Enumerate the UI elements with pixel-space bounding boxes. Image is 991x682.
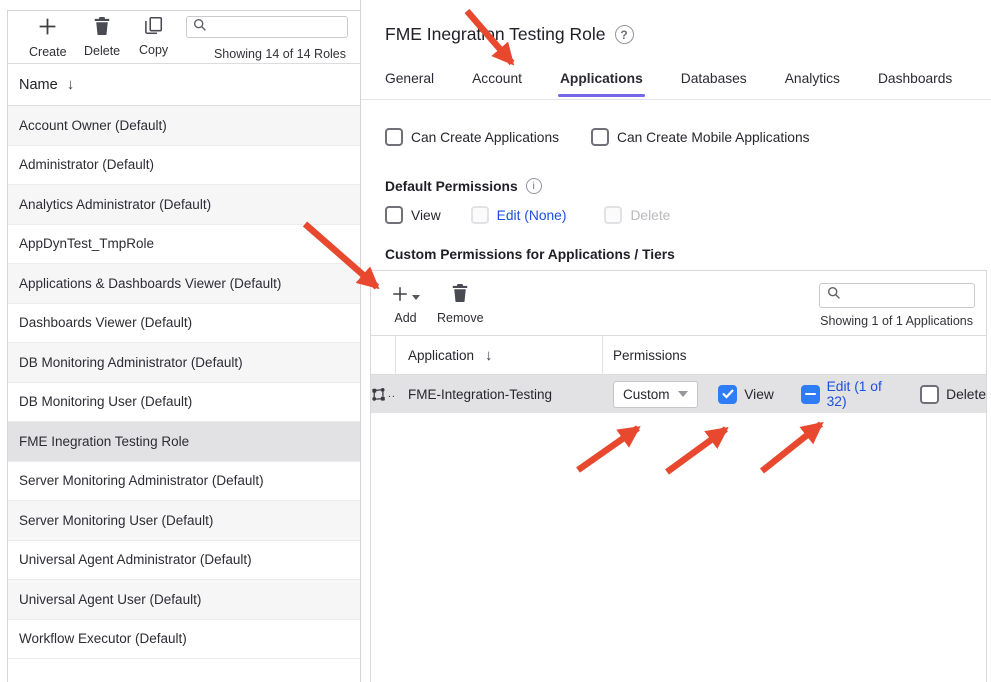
roles-toolbar: Create Delete Copy Showing 14 of 14 Role… — [8, 11, 360, 64]
role-detail-panel: FME Inegration Testing Role ? General Ac… — [361, 0, 991, 682]
search-icon — [827, 286, 841, 305]
default-delete-label: Delete — [630, 208, 670, 223]
chevron-down-icon — [678, 391, 688, 397]
add-application-button[interactable]: Add — [391, 285, 420, 325]
default-edit-option[interactable]: Edit (None) — [471, 206, 567, 224]
create-role-button[interactable]: Create — [29, 16, 67, 59]
permission-mode-value: Custom — [623, 387, 670, 402]
copy-icon — [144, 16, 163, 40]
default-edit-link[interactable]: Edit (None) — [497, 208, 567, 223]
info-icon[interactable]: i — [526, 178, 542, 194]
role-list-item[interactable]: DB Monitoring User (Default) — [8, 383, 360, 423]
roles-panel: Create Delete Copy Showing 14 of 14 Role… — [7, 10, 360, 682]
can-create-mobile-applications-checkbox[interactable] — [591, 128, 609, 146]
role-list-item[interactable]: Workflow Executor (Default) — [8, 620, 360, 660]
role-list-item[interactable]: Universal Agent Administrator (Default) — [8, 541, 360, 581]
create-label: Create — [29, 45, 67, 59]
tab-databases[interactable]: Databases — [681, 71, 747, 97]
default-view-option[interactable]: View — [385, 206, 441, 224]
role-list-item[interactable]: DB Monitoring Administrator (Default) — [8, 343, 360, 383]
chevron-down-icon — [412, 295, 420, 300]
tab-analytics[interactable]: Analytics — [785, 71, 840, 97]
default-permissions-heading: Default Permissions — [385, 179, 518, 194]
can-create-mobile-applications-label: Can Create Mobile Applications — [617, 130, 810, 145]
applications-table-header: Application ↓ Permissions — [371, 336, 986, 375]
applications-search[interactable] — [819, 283, 975, 308]
icon-column-header — [371, 336, 396, 374]
sort-desc-icon[interactable]: ↓ — [485, 348, 493, 363]
add-label: Add — [394, 311, 416, 325]
role-list-item[interactable]: Account Owner (Default) — [8, 106, 360, 146]
role-list-item[interactable]: AppDynTest_TmpRole — [8, 225, 360, 265]
copy-role-button[interactable]: Copy — [139, 16, 168, 57]
applications-search-input[interactable] — [841, 288, 974, 304]
name-column-label: Name — [19, 77, 58, 93]
row-view-label: View — [744, 387, 774, 402]
tabs-divider — [361, 99, 991, 100]
role-tabs: General Account Applications Databases A… — [385, 71, 991, 97]
roles-list: Account Owner (Default) Administrator (D… — [8, 106, 360, 659]
delete-label: Delete — [84, 44, 120, 58]
applications-count-text: Showing 1 of 1 Applications — [820, 314, 973, 328]
role-list-item[interactable]: Server Monitoring Administrator (Default… — [8, 462, 360, 502]
help-icon[interactable]: ? — [615, 25, 634, 44]
plus-icon — [37, 16, 58, 42]
roles-search-input[interactable] — [207, 19, 347, 35]
default-view-checkbox[interactable] — [385, 206, 403, 224]
tab-general[interactable]: General — [385, 71, 434, 97]
default-delete-option: Delete — [604, 206, 670, 224]
default-edit-checkbox — [471, 206, 489, 224]
sort-desc-icon[interactable]: ↓ — [67, 77, 75, 92]
role-list-item-selected[interactable]: FME Inegration Testing Role — [8, 422, 360, 462]
can-create-mobile-applications-option[interactable]: Can Create Mobile Applications — [591, 128, 810, 146]
can-create-applications-checkbox[interactable] — [385, 128, 403, 146]
roles-list-header[interactable]: Name ↓ — [8, 64, 360, 106]
custom-permissions-heading: Custom Permissions for Applications / Ti… — [385, 247, 675, 262]
permissions-column-header: Permissions — [603, 336, 986, 374]
search-icon — [193, 18, 207, 37]
custom-permissions-panel: Add Remove Showing 1 of 1 Applications A… — [370, 270, 987, 682]
tab-applications[interactable]: Applications — [560, 71, 643, 97]
permissions-column-label: Permissions — [613, 348, 687, 363]
role-list-item[interactable]: Administrator (Default) — [8, 146, 360, 186]
can-create-applications-label: Can Create Applications — [411, 130, 559, 145]
row-view-checkbox[interactable] — [718, 385, 737, 404]
trash-icon — [93, 16, 111, 41]
row-edit-checkbox[interactable] — [801, 385, 820, 404]
application-column-header[interactable]: Application ↓ — [396, 336, 603, 374]
roles-search[interactable] — [186, 16, 348, 38]
permission-mode-select[interactable]: Custom — [613, 381, 698, 408]
row-delete-checkbox[interactable] — [920, 385, 939, 404]
tab-dashboards[interactable]: Dashboards — [878, 71, 952, 97]
delete-role-button[interactable]: Delete — [84, 16, 120, 58]
row-delete-label: Delete — [946, 387, 986, 402]
default-view-label: View — [411, 208, 441, 223]
row-edit-link[interactable]: Edit (1 of 32) — [827, 379, 890, 409]
remove-application-button[interactable]: Remove — [437, 283, 484, 325]
plus-icon — [391, 285, 409, 308]
trash-icon — [451, 283, 469, 308]
application-table-row[interactable]: .. FME-Integration-Testing Custom View — [371, 375, 986, 413]
custom-permissions-toolbar: Add Remove Showing 1 of 1 Applications — [371, 271, 986, 336]
role-list-item[interactable]: Server Monitoring User (Default) — [8, 501, 360, 541]
remove-label: Remove — [437, 311, 484, 325]
role-list-item[interactable]: Universal Agent User (Default) — [8, 580, 360, 620]
page-title: FME Inegration Testing Role — [385, 24, 606, 45]
application-name: FME-Integration-Testing — [408, 387, 552, 402]
default-delete-checkbox — [604, 206, 622, 224]
tab-account[interactable]: Account — [472, 71, 522, 97]
role-list-item[interactable]: Applications & Dashboards Viewer (Defaul… — [8, 264, 360, 304]
can-create-applications-option[interactable]: Can Create Applications — [385, 128, 559, 146]
application-icon-ellipsis: .. — [388, 388, 396, 400]
role-list-item[interactable]: Analytics Administrator (Default) — [8, 185, 360, 225]
application-column-label: Application — [408, 348, 474, 363]
application-flowmap-icon — [370, 386, 387, 403]
role-list-item[interactable]: Dashboards Viewer (Default) — [8, 304, 360, 344]
roles-count-text: Showing 14 of 14 Roles — [214, 47, 346, 61]
copy-label: Copy — [139, 43, 168, 57]
